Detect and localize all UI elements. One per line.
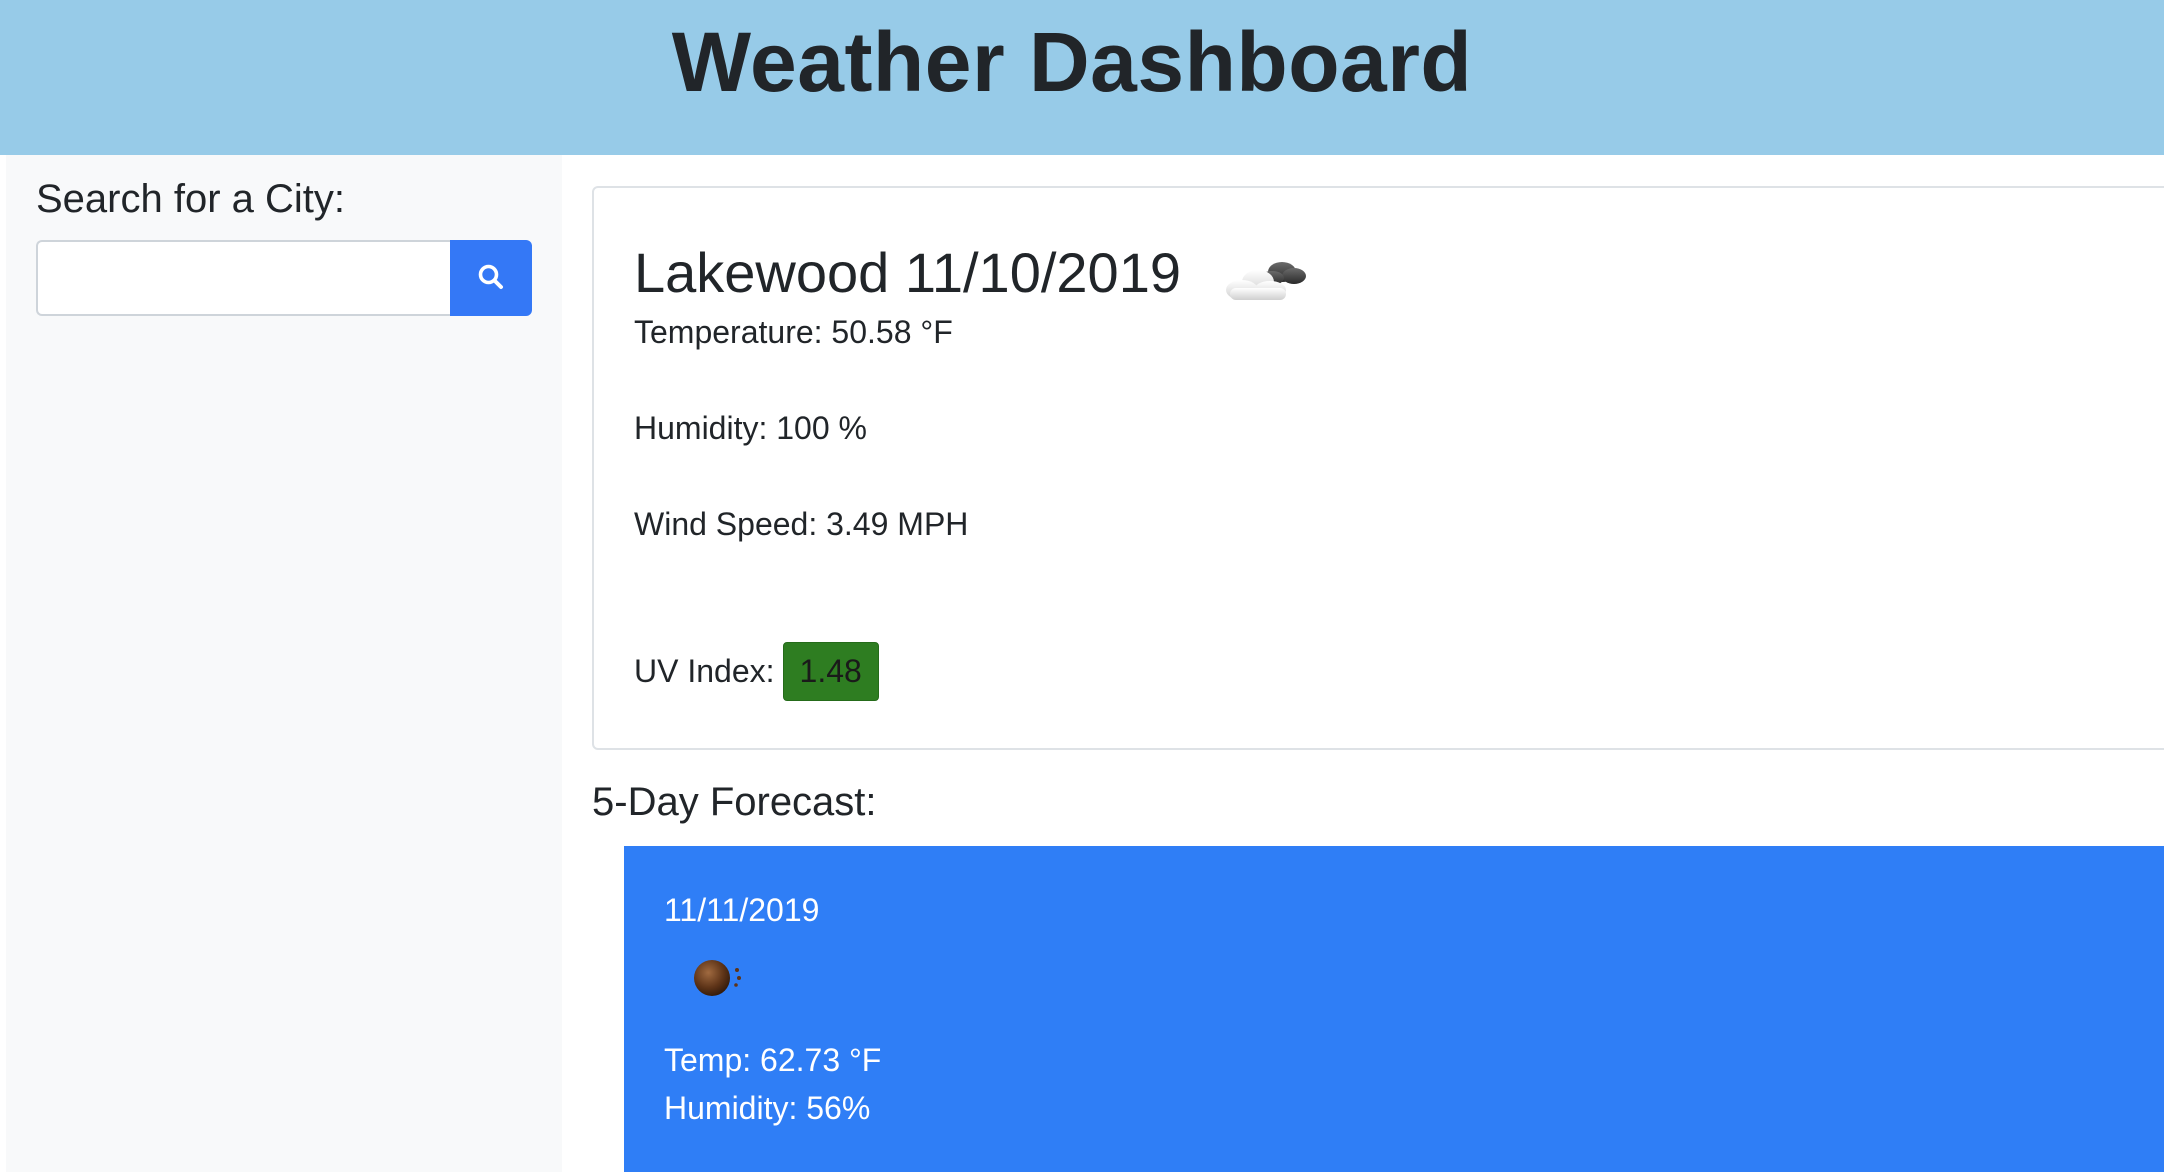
- wind-speed-text: Wind Speed: 3.49 MPH: [634, 506, 969, 542]
- humidity-text: Humidity: 100 %: [634, 410, 867, 446]
- search-icon: [476, 262, 506, 295]
- search-label: Search for a City:: [36, 177, 346, 221]
- city-date-title: Lakewood 11/10/2019: [634, 241, 1181, 304]
- search-button[interactable]: [450, 240, 532, 316]
- forecast-humidity: Humidity: 56%: [664, 1090, 871, 1126]
- current-weather-card: Lakewood 11/10/2019 Temperature: 50.58 °…: [592, 186, 2164, 750]
- forecast-heading: 5-Day Forecast:: [592, 780, 877, 824]
- page-header: Weather Dashboard: [0, 0, 2164, 155]
- uv-index-badge: 1.48: [782, 642, 879, 701]
- temperature-text: Temperature: 50.58 °F: [634, 314, 953, 350]
- forecast-temp: Temp: 62.73 °F: [664, 1042, 882, 1078]
- cloud-icon: [1222, 248, 1312, 313]
- uv-index-label: UV Index:: [634, 653, 775, 689]
- uv-index-row: UV Index: 1.48: [634, 642, 879, 701]
- sidebar: Search for a City:: [6, 155, 562, 1172]
- forecast-card: 11/11/2019 Temp: 62.73 °F Humidity: 56%: [624, 846, 2164, 1172]
- page-title: Weather Dashboard: [671, 15, 1473, 109]
- forecast-date: 11/11/2019: [664, 892, 820, 928]
- city-search-input[interactable]: [36, 240, 452, 316]
- sun-icon: [690, 954, 754, 1007]
